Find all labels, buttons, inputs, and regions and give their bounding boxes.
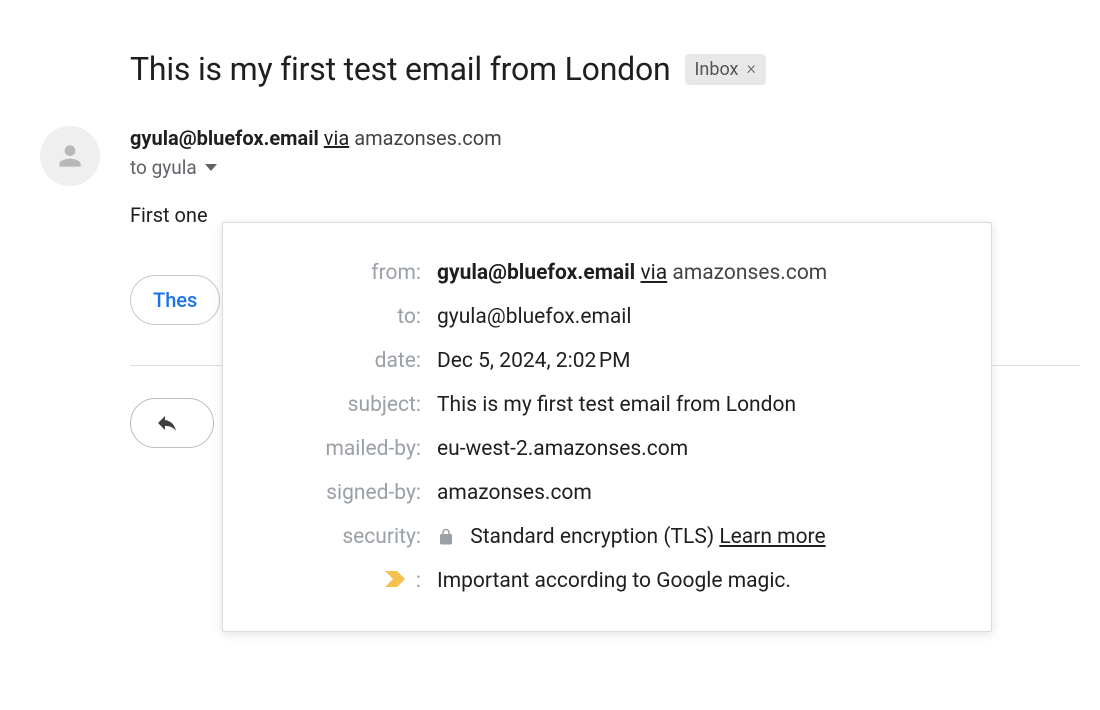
via-domain: amazonses.com [354, 126, 501, 150]
details-to-label: to: [251, 295, 429, 339]
email-subject: This is my first test email from London [130, 50, 671, 88]
to-summary: to gyula [130, 156, 197, 179]
via-word: via [324, 126, 349, 150]
message-details-popover: from: gyula@bluefox.email via amazonses.… [222, 222, 992, 632]
reply-arrow-icon [155, 411, 179, 435]
details-signedby-value: amazonses.com [429, 471, 963, 515]
important-marker-icon [385, 569, 407, 593]
details-mailedby-label: mailed-by: [251, 427, 429, 471]
person-icon [54, 140, 86, 172]
sender-email: gyula@bluefox.email [130, 126, 319, 150]
avatar [40, 126, 100, 186]
learn-more-link[interactable]: Learn more [719, 525, 825, 549]
category-label[interactable]: Inbox × [685, 54, 766, 85]
details-security-label: security: [251, 515, 429, 559]
details-subject-value: This is my first test email from London [429, 383, 963, 427]
details-from-domain: amazonses.com [672, 261, 827, 285]
details-security-text: Standard encryption (TLS) [470, 525, 714, 549]
sender-line: gyula@bluefox.email via amazonses.com [130, 126, 1080, 150]
show-details-toggle[interactable]: to gyula [130, 156, 217, 179]
details-from-label: from: [251, 251, 429, 295]
details-from-email: gyula@bluefox.email [437, 261, 635, 285]
details-date-value: Dec 5, 2024, 2:02 PM [429, 339, 963, 383]
lock-icon [437, 528, 455, 546]
close-icon[interactable]: × [747, 60, 756, 78]
details-from-via: via [640, 261, 667, 285]
reply-button[interactable] [130, 398, 214, 448]
details-importance-value: Important according to Google magic. [429, 559, 963, 603]
details-importance-label: : [416, 569, 421, 593]
action-pill-text: Thes [153, 288, 197, 312]
category-label-text: Inbox [695, 59, 739, 80]
details-to-value: gyula@bluefox.email [429, 295, 963, 339]
details-mailedby-value: eu-west-2.amazonses.com [429, 427, 963, 471]
details-signedby-label: signed-by: [251, 471, 429, 515]
details-date-label: date: [251, 339, 429, 383]
chevron-down-icon [205, 164, 217, 171]
action-pill-button[interactable]: Thes [130, 275, 220, 325]
details-subject-label: subject: [251, 383, 429, 427]
